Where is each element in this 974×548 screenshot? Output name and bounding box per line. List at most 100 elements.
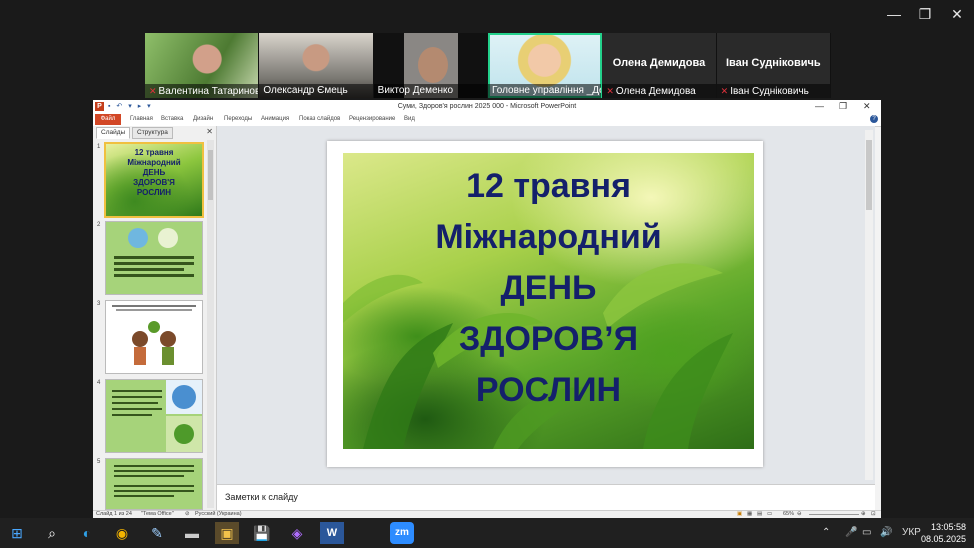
minimize-button[interactable]: — — [884, 6, 904, 22]
zoom-level[interactable]: 65% — [783, 511, 794, 517]
input-language[interactable]: УКР — [902, 527, 921, 538]
tab-outline[interactable]: Структура — [132, 127, 173, 139]
slide-thumbnail-5[interactable] — [105, 458, 203, 510]
slide-title[interactable]: 12 травня Міжнародний ДЕНЬ ЗДОРОВ’Я РОСЛ… — [343, 161, 754, 416]
thumb-title-line: 12 травня — [134, 148, 174, 157]
slide-thumbnail-4[interactable] — [105, 379, 203, 453]
fit-slide-icon[interactable]: ⊡ — [871, 511, 876, 517]
help-icon[interactable]: ? — [870, 115, 878, 123]
viber-icon[interactable]: ◈ — [285, 522, 309, 544]
mic-muted-icon: ✕ — [149, 86, 157, 96]
zoom-slider[interactable] — [809, 514, 859, 515]
participant-tile[interactable]: Олена Демидова ✕ Олена Демидова — [602, 33, 717, 98]
participant-name-large: Олена Демидова — [612, 57, 706, 69]
ppt-close-button[interactable]: ✕ — [863, 101, 871, 112]
mic-muted-icon: ✕ — [606, 86, 614, 96]
editor-scrollbar[interactable] — [865, 130, 873, 480]
participant-tile[interactable]: Виктор Деменко — [373, 33, 488, 98]
spellcheck-icon[interactable]: ⊘ — [185, 511, 190, 517]
reading-view-icon[interactable]: ▤ — [757, 511, 762, 517]
slide-number: 4 — [97, 380, 101, 386]
slide-number: 3 — [97, 301, 101, 307]
slide-title-line: 12 травня — [466, 167, 631, 205]
windows-taskbar: ⊞ ⌕ ◐ ◉ ✎ ▬ ▣ 💾 ◈ W zm ⌃ 🎤 ▭ 🔊 УКР 13:05… — [0, 518, 974, 548]
slide-title-line: ЗДОРОВ’Я — [458, 320, 639, 358]
thumb-title-line: РОСЛИН — [136, 188, 172, 197]
participant-name: Олександр Ємець — [263, 85, 348, 96]
word-icon[interactable]: W — [320, 522, 344, 544]
zoom-app-icon[interactable]: zm — [390, 522, 414, 544]
scroll-thumb[interactable] — [866, 140, 872, 210]
tab-slideshow[interactable]: Показ слайдов — [299, 116, 340, 122]
volume-icon[interactable]: 🔊 — [880, 527, 892, 538]
app-icon[interactable]: ▬ — [180, 522, 204, 544]
slide-number: 1 — [97, 144, 101, 150]
tea-leaves-image: 12 травня Міжнародний ДЕНЬ ЗДОРОВ’Я РОСЛ… — [343, 153, 754, 449]
close-button[interactable]: ✕ — [947, 6, 967, 23]
slide-title-line: РОСЛИН — [475, 371, 622, 409]
current-slide[interactable]: 12 травня Міжнародний ДЕНЬ ЗДОРОВ’Я РОСЛ… — [327, 141, 763, 467]
participant-tile[interactable]: Іван Судніковичь ✕ Іван Судніковичь — [716, 33, 831, 98]
tab-animation[interactable]: Анимация — [261, 116, 289, 122]
slide-thumbnail-2[interactable] — [105, 221, 203, 295]
participant-name: Головне управління _Де... — [491, 85, 602, 96]
ppt-restore-button[interactable]: ❐ — [839, 101, 847, 112]
file-explorer-icon[interactable]: ▣ — [215, 522, 239, 544]
app-icon[interactable]: ✎ — [145, 522, 169, 544]
participant-strip: ✕ Валентина Татаринова Олександр Ємець Ви… — [145, 33, 831, 98]
start-icon[interactable]: ⊞ — [5, 522, 29, 544]
zoom-out-icon[interactable]: ⊖ — [797, 511, 802, 517]
clock-time: 13:05:58 — [930, 522, 966, 532]
zoom-in-icon[interactable]: ⊕ — [861, 511, 866, 517]
clock[interactable]: 13:05:58 08.05.2025 — [921, 521, 966, 545]
tab-view[interactable]: Вид — [404, 116, 415, 122]
restore-button[interactable]: ❐ — [915, 6, 935, 23]
slide-number: 5 — [97, 459, 101, 465]
edge-icon[interactable]: ◐ — [75, 522, 99, 544]
participant-tile-active-speaker[interactable]: Головне управління _Де... — [487, 33, 603, 98]
panel-scrollbar[interactable] — [207, 140, 214, 508]
tab-review[interactable]: Рецензирование — [349, 116, 395, 122]
thumbnail-graphic — [114, 465, 194, 497]
app-icon[interactable]: 💾 — [250, 522, 274, 544]
zoom-top-bar: — ❐ ✕ ✕ Валентина Татаринова Олександр Єм… — [0, 0, 974, 100]
participant-tile[interactable]: ✕ Валентина Татаринова — [145, 33, 260, 98]
tab-design[interactable]: Дизайн — [193, 116, 213, 122]
ppt-minimize-button[interactable]: — — [815, 101, 824, 111]
theme-name: "Тема Office" — [141, 511, 174, 517]
scroll-thumb[interactable] — [208, 150, 213, 200]
participant-name: Валентина Татаринова — [158, 86, 259, 97]
slide-title-line: Міжнародний — [435, 218, 662, 256]
microphone-icon[interactable]: 🎤 — [845, 527, 857, 538]
window-title: Суми, Здоров'я рослин 2025 000 - Microso… — [397, 103, 577, 110]
tab-home[interactable]: Главная — [130, 116, 153, 122]
close-panel-icon[interactable]: ✕ — [206, 127, 213, 136]
tab-transitions[interactable]: Переходы — [224, 116, 252, 122]
normal-view-icon[interactable]: ▣ — [737, 511, 742, 517]
slide-number: 2 — [97, 222, 101, 228]
title-bar: P ▪ ↶ ▾ ▸ ▾ Суми, Здоров'я рослин 2025 0… — [93, 100, 881, 115]
sorter-view-icon[interactable]: ▦ — [747, 511, 752, 517]
tab-file[interactable]: Файл — [95, 114, 121, 125]
slide-thumbnail-1[interactable]: 12 травня Міжнародний ДЕНЬ ЗДОРОВ'Я РОСЛ… — [104, 142, 204, 218]
clock-date: 08.05.2025 — [920, 534, 966, 544]
participant-tile[interactable]: Олександр Ємець — [259, 33, 374, 98]
participant-name: Олена Демидова — [615, 86, 696, 97]
tab-insert[interactable]: Вставка — [161, 116, 183, 122]
search-icon[interactable]: ⌕ — [40, 522, 64, 544]
notes-pane[interactable]: Заметки к слайду — [217, 484, 875, 511]
tray-chevron-icon[interactable]: ⌃ — [822, 527, 830, 538]
participant-name-large: Іван Судніковичь — [725, 57, 821, 69]
notes-placeholder: Заметки к слайду — [225, 492, 298, 502]
thumb-title-line: ДЕНЬ — [142, 168, 166, 177]
mic-muted-icon: ✕ — [720, 86, 729, 96]
slide-editor: 12 травня Міжнародний ДЕНЬ ЗДОРОВ’Я РОСЛ… — [217, 126, 875, 484]
network-icon[interactable]: ▭ — [862, 527, 871, 538]
tab-slides[interactable]: Слайды — [96, 127, 131, 139]
slideshow-view-icon[interactable]: ▭ — [767, 511, 772, 517]
chrome-icon[interactable]: ◉ — [110, 522, 134, 544]
language-status[interactable]: Русский (Украина) — [195, 511, 242, 517]
thumb-title-line: Міжнародний — [127, 158, 181, 167]
thumbnail-graphic — [112, 305, 196, 365]
slide-thumbnail-3[interactable] — [105, 300, 203, 374]
